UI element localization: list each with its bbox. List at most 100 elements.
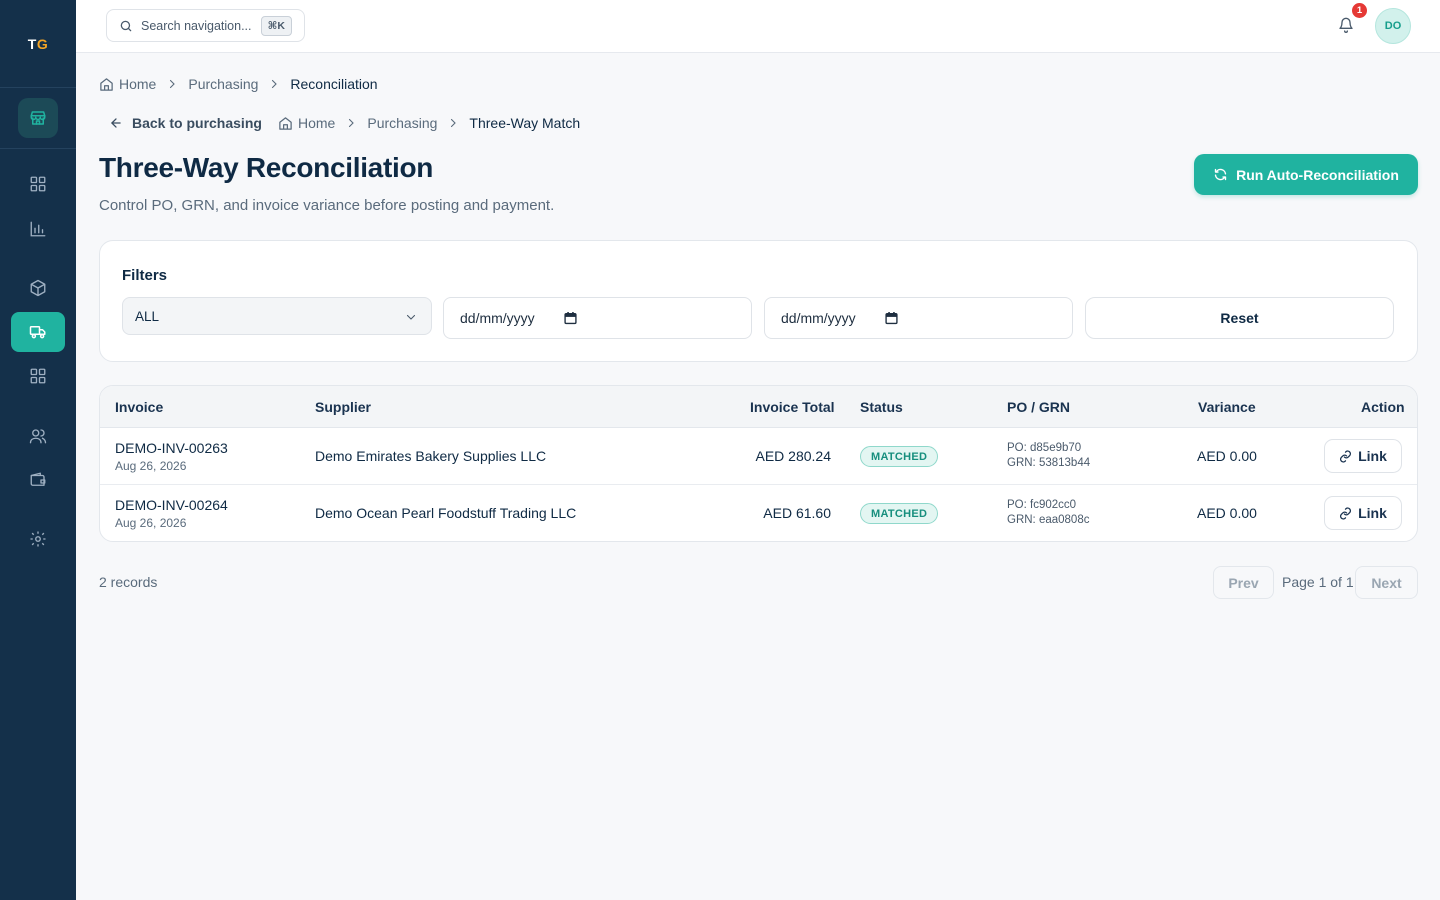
sidebar-item-finance[interactable] — [24, 466, 52, 494]
sidebar-item-apps[interactable] — [24, 362, 52, 390]
breadcrumb-home-label: Home — [119, 76, 157, 92]
column-po-grn: PO / GRN — [1007, 399, 1071, 415]
column-variance: Variance — [1198, 399, 1256, 415]
sidebar-item-purchasing[interactable] — [11, 312, 65, 352]
logo[interactable]: TG — [0, 0, 76, 88]
filters-title: Filters — [122, 267, 168, 284]
status-badge: MATCHED — [860, 503, 939, 524]
calendar-icon[interactable] — [564, 311, 577, 325]
link-button-label: Link — [1358, 505, 1387, 521]
calendar-icon[interactable] — [885, 311, 898, 325]
breadcrumb-inner-home-label: Home — [298, 115, 336, 131]
link-button[interactable]: Link — [1324, 439, 1402, 473]
reset-filters-button[interactable]: Reset — [1085, 297, 1394, 339]
table-header: Invoice Supplier Invoice Total Status PO… — [100, 386, 1417, 428]
back-to-purchasing-link[interactable]: Back to purchasing — [109, 115, 262, 131]
prev-page-button[interactable]: Prev — [1213, 566, 1274, 599]
top-bar: Search navigation... ⌘K 1 DO — [76, 0, 1440, 53]
chevron-right-icon — [268, 78, 280, 90]
search-placeholder: Search navigation... — [141, 18, 252, 33]
sidebar-divider — [0, 148, 76, 149]
logo-letter-g: G — [36, 35, 49, 52]
apps-icon — [30, 368, 46, 384]
date-to-input[interactable]: dd/mm/yyyy — [764, 297, 1073, 339]
run-button-label: Run Auto-Reconciliation — [1236, 166, 1399, 183]
page-indicator: Page 1 of 1 — [1282, 574, 1354, 590]
invoice-date: Aug 26, 2026 — [115, 516, 187, 530]
status-filter-select[interactable]: ALL — [122, 297, 432, 335]
logo-letter-t: T — [27, 35, 37, 52]
page-title: Three-Way Reconciliation — [99, 152, 434, 183]
breadcrumb-home[interactable]: Home — [99, 76, 156, 92]
user-avatar[interactable]: DO — [1375, 8, 1411, 44]
bar-chart-icon — [30, 221, 46, 237]
page-subtitle: Control PO, GRN, and invoice variance be… — [99, 197, 555, 214]
po-ref: PO: fc902cc0 — [1007, 499, 1077, 511]
next-page-button[interactable]: Next — [1355, 566, 1418, 599]
column-invoice: Invoice — [115, 399, 164, 415]
grn-ref: GRN: eaa0808c — [1007, 514, 1090, 526]
breadcrumb: Home Purchasing Reconciliation — [99, 76, 378, 92]
search-shortcut: ⌘K — [260, 16, 292, 36]
arrow-left-icon — [111, 118, 121, 128]
table-row: DEMO-INV-00264 Aug 26, 2026 Demo Ocean P… — [100, 485, 1417, 541]
supplier-name: Demo Emirates Bakery Supplies LLC — [315, 448, 547, 464]
column-action: Action — [1361, 399, 1405, 415]
truck-icon — [29, 326, 46, 339]
search-input[interactable]: Search navigation... ⌘K — [106, 9, 305, 42]
grn-ref: GRN: 53813b44 — [1007, 457, 1091, 469]
home-icon — [100, 77, 113, 91]
back-link-label: Back to purchasing — [132, 115, 262, 131]
breadcrumb-inner-home[interactable]: Home — [278, 115, 335, 131]
notifications-button[interactable] — [1335, 14, 1357, 36]
breadcrumb-purchasing[interactable]: Purchasing — [188, 76, 258, 92]
invoice-date: Aug 26, 2026 — [115, 459, 187, 473]
invoice-number: DEMO-INV-00263 — [115, 440, 228, 456]
link-icon — [1340, 506, 1352, 520]
sidebar-item-dashboard[interactable] — [24, 170, 52, 198]
chevron-right-icon — [166, 78, 178, 90]
store-switcher-button[interactable] — [18, 98, 58, 138]
wallet-icon — [30, 472, 46, 486]
table-row: DEMO-INV-00263 Aug 26, 2026 Demo Emirate… — [100, 428, 1417, 485]
chevron-right-icon — [345, 117, 357, 129]
supplier-name: Demo Ocean Pearl Foodstuff Trading LLC — [315, 505, 577, 521]
filters-card: Filters ALL dd/mm/yyyy dd/mm/yyyy Reset — [99, 240, 1418, 362]
link-icon — [1340, 449, 1352, 463]
date-from-input[interactable]: dd/mm/yyyy — [443, 297, 752, 339]
link-button-label: Link — [1358, 448, 1387, 464]
column-invoice-total: Invoice Total — [750, 399, 835, 415]
grid-icon — [30, 176, 46, 192]
date-from-placeholder: dd/mm/yyyy — [460, 310, 535, 326]
breadcrumb-current: Reconciliation — [290, 76, 378, 92]
variance-value: AED 0.00 — [1197, 505, 1257, 521]
refresh-icon — [1214, 168, 1227, 181]
breadcrumb-inner-purchasing[interactable]: Purchasing — [367, 115, 437, 131]
breadcrumb-inner: Home Purchasing Three-Way Match — [278, 115, 580, 131]
bell-icon — [1339, 17, 1353, 33]
breadcrumb-inner-current: Three-Way Match — [469, 115, 581, 131]
run-auto-reconciliation-button[interactable]: Run Auto-Reconciliation — [1194, 154, 1418, 195]
sidebar-item-users[interactable] — [24, 422, 52, 450]
reconciliation-table: Invoice Supplier Invoice Total Status PO… — [99, 385, 1418, 542]
po-grn-refs: PO: d85e9b70 GRN: 53813b44 — [1007, 441, 1090, 471]
home-icon — [279, 116, 292, 130]
status-badge: MATCHED — [860, 446, 939, 467]
column-supplier: Supplier — [315, 399, 372, 415]
sidebar: TG — [0, 0, 76, 900]
status-filter-value: ALL — [135, 308, 160, 324]
link-button[interactable]: Link — [1324, 496, 1402, 530]
settings-icon — [30, 531, 46, 547]
chevron-down-icon — [406, 314, 416, 320]
sidebar-item-reports[interactable] — [24, 215, 52, 243]
sidebar-item-inventory[interactable] — [24, 274, 52, 302]
po-ref: PO: d85e9b70 — [1007, 442, 1082, 454]
box-icon — [30, 279, 46, 297]
invoice-total: AED 280.24 — [755, 448, 832, 464]
notification-count-badge: 1 — [1352, 3, 1367, 18]
search-icon — [120, 20, 132, 31]
sidebar-item-settings[interactable] — [24, 525, 52, 553]
date-to-placeholder: dd/mm/yyyy — [781, 310, 856, 326]
invoice-number: DEMO-INV-00264 — [115, 497, 228, 513]
variance-value: AED 0.00 — [1197, 448, 1257, 464]
